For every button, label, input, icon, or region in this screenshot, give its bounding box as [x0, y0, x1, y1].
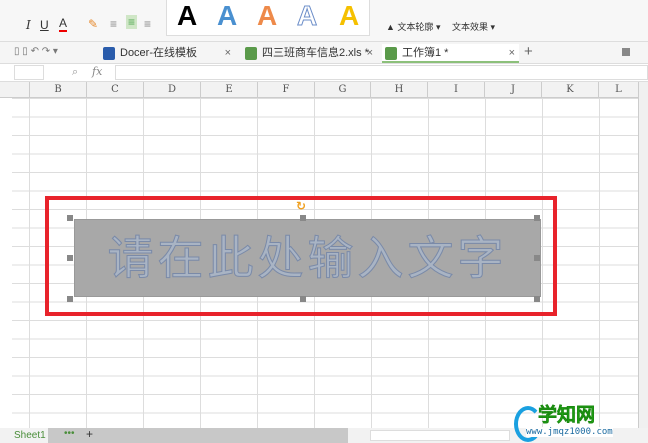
- sheet-icon: [245, 47, 257, 60]
- align-center-icon[interactable]: ≡: [126, 15, 138, 29]
- tab-label: 四三班商车信息2.xls *: [262, 47, 369, 59]
- sheet-icon: [385, 47, 397, 60]
- tab-workbook1[interactable]: 工作簿1 * ×: [382, 44, 519, 63]
- more-sheets-icon[interactable]: •••: [64, 428, 75, 439]
- tab-label: 工作簿1 *: [402, 47, 449, 59]
- column-header[interactable]: J: [484, 82, 541, 98]
- align-right-icon[interactable]: ≡: [144, 17, 151, 31]
- column-header[interactable]: L: [598, 82, 638, 98]
- resize-handle[interactable]: [534, 296, 540, 302]
- column-header[interactable]: F: [257, 82, 314, 98]
- wordart-textbox[interactable]: 请在此处输入文字: [74, 219, 541, 297]
- clear-format-icon[interactable]: ✎: [88, 17, 98, 31]
- wordart-text[interactable]: 请在此处输入文字: [75, 220, 540, 296]
- tab-label: Docer-在线模板: [120, 47, 198, 59]
- resize-handle[interactable]: [300, 296, 306, 302]
- column-header[interactable]: H: [370, 82, 427, 98]
- quick-access-icons[interactable]: ▯ ▯ ↶ ↷ ▾: [14, 46, 58, 57]
- underline-button[interactable]: U: [40, 18, 49, 32]
- font-color-button[interactable]: A: [59, 16, 68, 32]
- style-yellow[interactable]: A: [339, 0, 359, 32]
- tab-docer[interactable]: Docer-在线模板 ×: [100, 44, 235, 63]
- zoom-icon[interactable]: ⌕: [72, 66, 78, 79]
- horizontal-scrollbar[interactable]: [370, 430, 510, 441]
- resize-handle[interactable]: [534, 255, 540, 261]
- column-header[interactable]: I: [427, 82, 484, 98]
- resize-handle[interactable]: [534, 215, 540, 221]
- watermark-logo: 学知网 www.jmqz1000.com: [514, 398, 648, 443]
- column-header[interactable]: D: [143, 82, 200, 98]
- italic-button[interactable]: I: [26, 18, 31, 32]
- align-left-icon[interactable]: ≡: [110, 17, 117, 31]
- document-tabs: ▯ ▯ ↶ ↷ ▾ Docer-在线模板 × 四三班商车信息2.xls * × 工作…: [0, 42, 648, 64]
- resize-handle[interactable]: [300, 215, 306, 221]
- new-tab-button[interactable]: +: [524, 43, 533, 60]
- close-icon[interactable]: ×: [367, 44, 373, 63]
- watermark-url: www.jmqz1000.com: [526, 427, 613, 437]
- text-outline-label: 文本轮廓: [397, 22, 434, 32]
- style-black[interactable]: A: [177, 0, 197, 32]
- ribbon: I U A ✎ ≡ ≡ ≡ A A A A A ▲ 文本轮廓 ▾ 文本效果 ▾: [0, 0, 648, 42]
- watermark-title: 学知网: [538, 405, 596, 427]
- column-header[interactable]: K: [541, 82, 598, 98]
- sheet-tab-sheet1[interactable]: Sheet1: [14, 428, 46, 443]
- close-icon[interactable]: ×: [225, 44, 231, 63]
- column-header[interactable]: E: [200, 82, 257, 98]
- docer-icon: [103, 47, 115, 60]
- name-box[interactable]: [14, 65, 44, 80]
- text-outline-button[interactable]: ▲ 文本轮廓 ▾: [386, 20, 440, 33]
- column-headers: B C D E F G H I J K L: [0, 82, 648, 98]
- style-blue[interactable]: A: [217, 0, 237, 32]
- column-header[interactable]: B: [29, 82, 86, 98]
- add-sheet-button[interactable]: +: [86, 427, 93, 441]
- resize-handle[interactable]: [67, 215, 73, 221]
- style-orange[interactable]: A: [257, 0, 277, 32]
- text-effect-button[interactable]: 文本效果 ▾: [452, 20, 495, 33]
- resize-handle[interactable]: [67, 296, 73, 302]
- style-outline[interactable]: A: [296, 0, 317, 32]
- fx-label[interactable]: fx: [92, 65, 102, 78]
- window-menu-icon[interactable]: [622, 48, 630, 56]
- close-icon[interactable]: ×: [509, 44, 515, 63]
- column-header[interactable]: G: [314, 82, 370, 98]
- formula-input[interactable]: [115, 65, 648, 80]
- column-header[interactable]: C: [86, 82, 143, 98]
- tab-xls[interactable]: 四三班商车信息2.xls * ×: [242, 44, 377, 63]
- rotate-handle-icon[interactable]: ↻: [296, 199, 306, 213]
- wordart-style-gallery: A A A A A: [166, 0, 370, 36]
- text-effect-label: 文本效果: [452, 22, 489, 32]
- resize-handle[interactable]: [67, 255, 73, 261]
- vertical-scrollbar[interactable]: [638, 82, 648, 428]
- formula-bar: ⌕ fx: [0, 64, 648, 82]
